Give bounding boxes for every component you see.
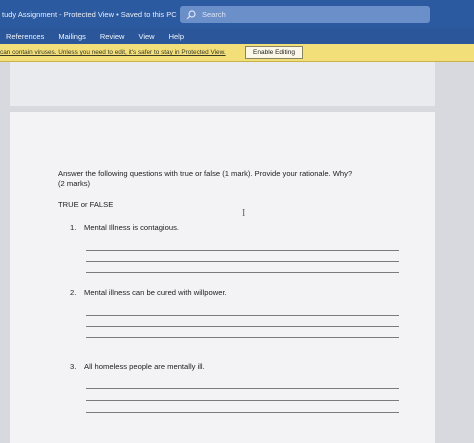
- instructions-line-1: Answer the following questions with true…: [58, 169, 353, 178]
- tab-mailings[interactable]: Mailings: [58, 32, 86, 41]
- answer-line: [86, 326, 399, 327]
- answer-line: [86, 400, 399, 401]
- enable-editing-button[interactable]: Enable Editing: [245, 46, 303, 59]
- search-placeholder: Search: [202, 10, 226, 19]
- previous-page: [10, 62, 435, 106]
- answer-line: [86, 412, 399, 413]
- document-page[interactable]: Answer the following questions with true…: [10, 112, 435, 443]
- tab-view[interactable]: View: [138, 32, 154, 41]
- instructions-line-2: (2 marks): [58, 179, 91, 188]
- title-bar: tudy Assignment - Protected View • Saved…: [0, 0, 474, 28]
- answer-line: [86, 337, 399, 338]
- tab-references[interactable]: References: [6, 32, 44, 41]
- question-3-text: All homeless people are mentally ill.: [84, 362, 205, 371]
- section-title: TRUE or FALSE: [58, 200, 114, 209]
- ribbon-tabs: References Mailings Review View Help: [0, 28, 474, 44]
- tab-review[interactable]: Review: [100, 32, 125, 41]
- search-icon: [186, 9, 196, 19]
- question-2-number: 2.: [70, 288, 77, 297]
- answer-line: [86, 315, 399, 316]
- search-box[interactable]: Search: [180, 6, 430, 23]
- question-2-text: Mental illness can be cured with willpow…: [84, 288, 227, 297]
- answer-line: [86, 388, 399, 389]
- answer-line: [86, 261, 399, 262]
- question-1-text: Mental Illness is contagious.: [84, 223, 179, 232]
- protected-view-message[interactable]: can contain viruses. Unless you need to …: [0, 49, 226, 56]
- tab-help[interactable]: Help: [169, 32, 184, 41]
- answer-line: [86, 250, 399, 251]
- question-3-number: 3.: [70, 362, 77, 371]
- document-area[interactable]: Answer the following questions with true…: [0, 62, 474, 443]
- window-title: tudy Assignment - Protected View • Saved…: [2, 9, 177, 19]
- text-cursor-icon: I: [242, 208, 246, 219]
- protected-view-bar: can contain viruses. Unless you need to …: [0, 44, 474, 62]
- question-1-number: 1.: [70, 223, 77, 232]
- answer-line: [86, 272, 399, 273]
